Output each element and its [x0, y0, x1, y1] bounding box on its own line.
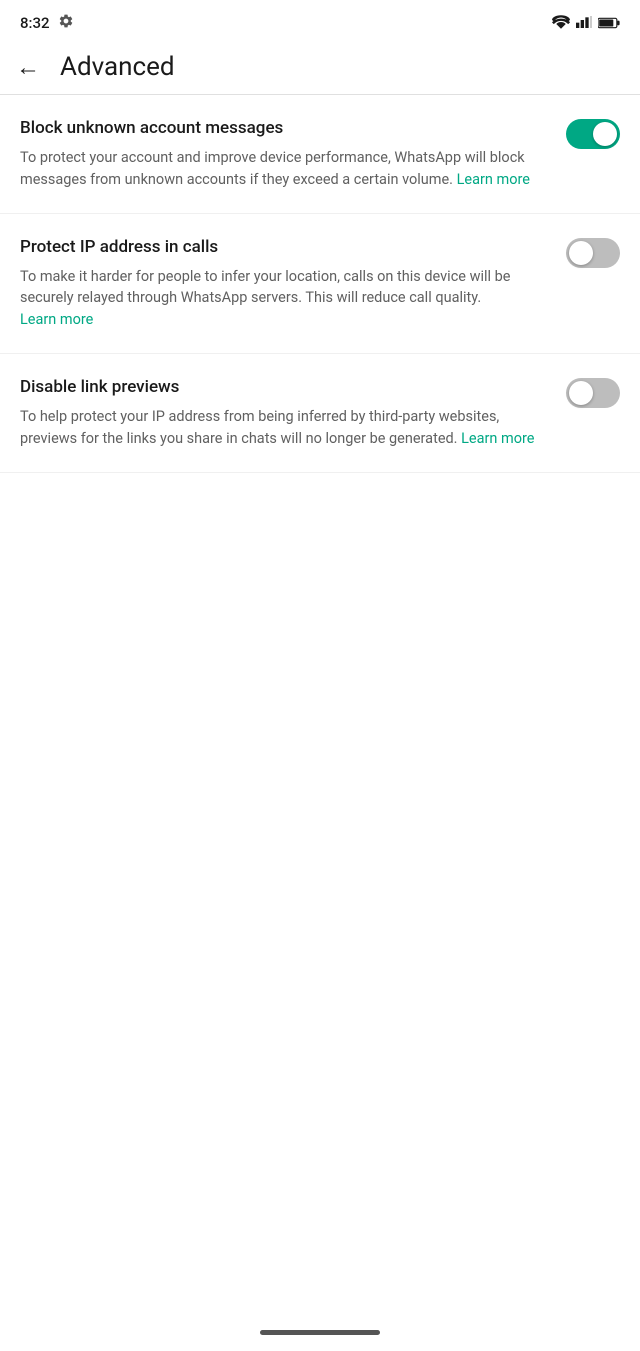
battery-icon: [598, 14, 620, 33]
toggle-protect-ip[interactable]: [566, 238, 620, 268]
toggle-track-disable-previews: [566, 378, 620, 408]
toggle-container-protect-ip[interactable]: [566, 238, 620, 268]
toolbar: ← Advanced: [0, 44, 640, 94]
page-title: Advanced: [60, 52, 175, 82]
setting-disable-previews[interactable]: Disable link previews To help protect yo…: [0, 354, 640, 473]
setting-title-block-unknown: Block unknown account messages: [20, 117, 546, 139]
setting-desc-block-unknown: To protect your account and improve devi…: [20, 147, 546, 191]
setting-content-disable-previews: Disable link previews To help protect yo…: [20, 376, 566, 450]
signal-icon: [576, 14, 592, 33]
setting-desc-disable-previews: To help protect your IP address from bei…: [20, 406, 546, 450]
toggle-thumb-protect-ip: [569, 241, 593, 265]
learn-more-protect-ip[interactable]: Learn more: [20, 311, 93, 328]
learn-more-disable-previews[interactable]: Learn more: [461, 430, 534, 447]
setting-desc-protect-ip: To make it harder for people to infer yo…: [20, 266, 546, 331]
toggle-container-block-unknown[interactable]: [566, 119, 620, 149]
toggle-track-block-unknown: [566, 119, 620, 149]
setting-content-block-unknown: Block unknown account messages To protec…: [20, 117, 566, 191]
status-bar: 8:32: [0, 0, 640, 44]
home-indicator: [260, 1330, 380, 1335]
toggle-thumb-block-unknown: [593, 122, 617, 146]
toggle-disable-previews[interactable]: [566, 378, 620, 408]
learn-more-block-unknown[interactable]: Learn more: [457, 171, 530, 188]
status-time: 8:32: [20, 14, 50, 32]
settings-list: Block unknown account messages To protec…: [0, 95, 640, 473]
setting-title-disable-previews: Disable link previews: [20, 376, 546, 398]
toggle-container-disable-previews[interactable]: [566, 378, 620, 408]
setting-block-unknown[interactable]: Block unknown account messages To protec…: [0, 95, 640, 214]
setting-protect-ip[interactable]: Protect IP address in calls To make it h…: [0, 214, 640, 354]
wifi-icon: [552, 14, 570, 33]
setting-content-protect-ip: Protect IP address in calls To make it h…: [20, 236, 566, 331]
gear-icon: [58, 13, 74, 33]
toggle-track-protect-ip: [566, 238, 620, 268]
toggle-block-unknown[interactable]: [566, 119, 620, 149]
back-button[interactable]: ←: [16, 53, 40, 82]
setting-title-protect-ip: Protect IP address in calls: [20, 236, 546, 258]
status-icons: [552, 14, 620, 33]
toggle-thumb-disable-previews: [569, 381, 593, 405]
